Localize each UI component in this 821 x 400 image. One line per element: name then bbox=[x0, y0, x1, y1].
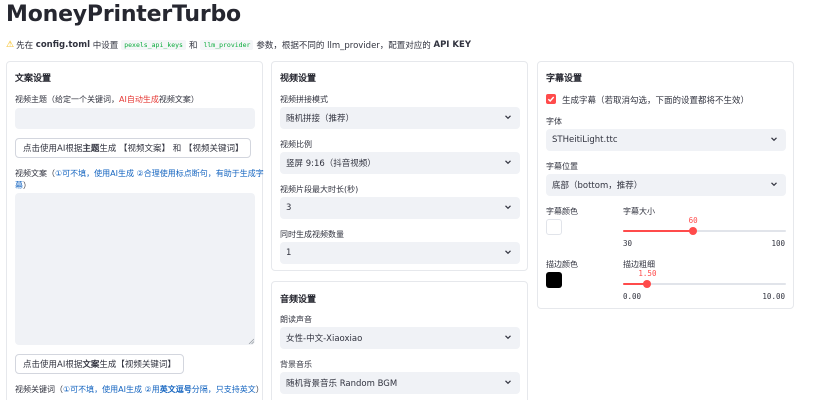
clip-duration-label: 视频片段最大时长(秒) bbox=[280, 185, 359, 194]
notice-key1: pexels_api_keys bbox=[121, 40, 186, 50]
position-select[interactable]: 底部（bottom，推荐） bbox=[546, 174, 786, 196]
config-notice: ⚠ 先在 config.toml 中设置 pexels_api_keys 和 l… bbox=[6, 39, 471, 51]
panel-title: 视频设置 bbox=[280, 74, 317, 84]
app-title: MoneyPrinterTurbo bbox=[6, 2, 241, 27]
chevron-down-icon bbox=[505, 205, 511, 210]
concat-mode-label: 视频拼接模式 bbox=[280, 95, 328, 104]
chevron-down-icon bbox=[505, 250, 511, 255]
slider-fill bbox=[623, 230, 694, 232]
select-value: 女性-中文-Xiaoxiao bbox=[286, 334, 363, 344]
select-value: 随机拼接（推荐） bbox=[286, 114, 355, 124]
voice-select[interactable]: 女性-中文-Xiaoxiao bbox=[280, 327, 520, 349]
font-select[interactable]: STHeitiLight.ttc bbox=[546, 129, 786, 151]
font-label: 字体 bbox=[546, 117, 562, 126]
chevron-down-icon bbox=[771, 137, 777, 142]
chevron-down-icon bbox=[505, 115, 511, 120]
script-label: 视频文案（①可不填，使用AI生成 ②合理使用标点断句，有助于生成字 幕） bbox=[15, 169, 264, 190]
select-value: 随机背景音乐 Random BGM bbox=[286, 379, 398, 389]
position-label: 字幕位置 bbox=[546, 162, 578, 171]
notice-and: 和 bbox=[188, 41, 198, 51]
generate-keywords-button[interactable]: 点击使用AI根据 文案 生成【视频关键词】 bbox=[15, 354, 184, 374]
enable-subtitle-checkbox[interactable] bbox=[546, 94, 556, 104]
subject-input[interactable] bbox=[15, 108, 255, 129]
panel-title: 音频设置 bbox=[280, 295, 317, 305]
audio-settings-panel: 音频设置 朗读声音 女性-中文-Xiaoxiao 背景音乐 随机背景音乐 Ran… bbox=[271, 281, 528, 400]
clip-duration-select[interactable]: 3 bbox=[280, 197, 520, 219]
slider-max: 10.00 bbox=[762, 292, 785, 301]
notice-middle1: 中设置 bbox=[92, 41, 119, 51]
notice-prefix: 先在 bbox=[16, 41, 34, 51]
stroke-color-label: 描边颜色 bbox=[546, 260, 578, 269]
slider-thumb[interactable] bbox=[643, 280, 652, 288]
stroke-color-picker[interactable] bbox=[546, 272, 562, 288]
font-size-slider[interactable]: 60 bbox=[623, 216, 786, 235]
slider-thumb[interactable] bbox=[689, 227, 698, 235]
notice-suffix: API KEY bbox=[433, 40, 471, 50]
panel-title: 字幕设置 bbox=[546, 74, 583, 84]
aspect-ratio-select[interactable]: 竖屏 9:16（抖音视频） bbox=[280, 152, 520, 174]
script-textarea[interactable] bbox=[15, 193, 255, 345]
select-value: STHeitiLight.ttc bbox=[552, 135, 618, 145]
notice-middle2: 参数，根据不同的 llm_provider，配置对应的 bbox=[256, 41, 431, 51]
font-color-label: 字幕颜色 bbox=[546, 207, 578, 216]
notice-key2: llm_provider bbox=[200, 40, 254, 50]
aspect-ratio-label: 视频比例 bbox=[280, 140, 312, 149]
slider-value: 60 bbox=[688, 216, 698, 225]
slider-min: 30 bbox=[623, 239, 633, 248]
chevron-down-icon bbox=[505, 380, 511, 385]
subtitle-settings-panel: 字幕设置 生成字幕（若取消勾选，下面的设置都将不生效） 字体 STHeitiLi… bbox=[537, 61, 794, 309]
keywords-label: 视频关键词（①可不填，使用AI生成 ②用英文逗号分隔，只支持英文） bbox=[15, 385, 264, 394]
subject-label: 视频主题（给定一个关键词，AI自动生成视频文案） bbox=[15, 95, 199, 104]
script-settings-panel: 文案设置 视频主题（给定一个关键词，AI自动生成视频文案） 点击使用AI根据 主题… bbox=[6, 61, 264, 400]
bgm-label: 背景音乐 bbox=[280, 360, 312, 369]
enable-subtitle-label[interactable]: 生成字幕（若取消勾选，下面的设置都将不生效） bbox=[562, 94, 749, 106]
chevron-down-icon bbox=[771, 182, 777, 187]
video-count-label: 同时生成视频数量 bbox=[280, 230, 344, 239]
voice-label: 朗读声音 bbox=[280, 315, 312, 324]
select-value: 底部（bottom，推荐） bbox=[552, 181, 643, 191]
notice-file: config.toml bbox=[35, 40, 91, 50]
panel-title: 文案设置 bbox=[15, 74, 52, 84]
generate-script-button[interactable]: 点击使用AI根据 主题 生成 【视频文案】 和 【视频关键词】 bbox=[15, 138, 252, 158]
chevron-down-icon bbox=[505, 335, 511, 340]
slider-value: 1.50 bbox=[638, 269, 657, 278]
select-value: 竖屏 9:16（抖音视频） bbox=[286, 159, 376, 169]
resize-handle-icon[interactable] bbox=[248, 338, 254, 344]
slider-max: 100 bbox=[771, 239, 785, 248]
font-size-label: 字幕大小 bbox=[623, 207, 655, 216]
warning-icon: ⚠ bbox=[6, 40, 15, 50]
slider-min: 0.00 bbox=[623, 292, 642, 301]
video-settings-panel: 视频设置 视频拼接模式 随机拼接（推荐） 视频比例 竖屏 9:16（抖音视频） … bbox=[271, 61, 528, 271]
video-count-select[interactable]: 1 bbox=[280, 242, 520, 264]
stroke-width-slider[interactable]: 1.50 bbox=[623, 269, 786, 288]
chevron-down-icon bbox=[505, 160, 511, 165]
bgm-select[interactable]: 随机背景音乐 Random BGM bbox=[280, 372, 520, 394]
select-value: 1 bbox=[286, 248, 292, 258]
checkmark-icon bbox=[547, 96, 555, 103]
concat-mode-select[interactable]: 随机拼接（推荐） bbox=[280, 107, 520, 129]
select-value: 3 bbox=[286, 203, 292, 213]
font-color-picker[interactable] bbox=[546, 219, 562, 235]
